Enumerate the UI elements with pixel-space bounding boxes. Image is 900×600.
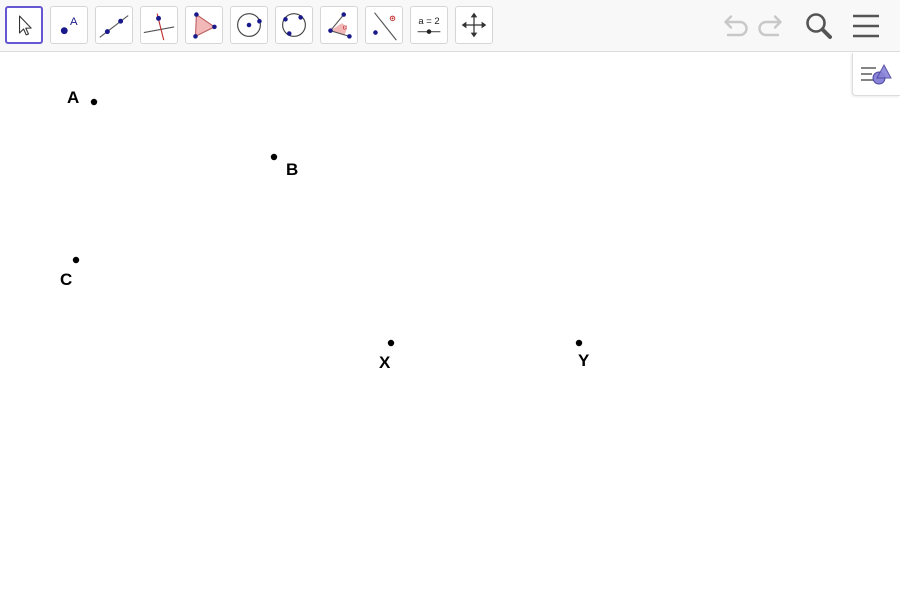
circle-center-point-icon bbox=[237, 13, 262, 37]
point-a-label[interactable]: A bbox=[67, 88, 79, 107]
point-c-label[interactable]: C bbox=[60, 270, 72, 289]
circle-three-points-tool[interactable] bbox=[275, 6, 313, 44]
point-x[interactable]: X bbox=[379, 339, 395, 372]
angle-icon: α bbox=[328, 12, 352, 39]
reflect-about-line-icon bbox=[373, 12, 397, 41]
point-x-label[interactable]: X bbox=[379, 353, 391, 372]
undo-button[interactable] bbox=[716, 8, 752, 44]
move-graphics-view-icon bbox=[461, 12, 487, 38]
slider-icon: a = 2 bbox=[417, 16, 441, 34]
perpendicular-line-tool[interactable] bbox=[140, 6, 178, 44]
point-c[interactable]: C bbox=[60, 256, 80, 289]
search-icon bbox=[806, 13, 832, 39]
redo-button[interactable] bbox=[754, 8, 790, 44]
main-menu-button[interactable] bbox=[848, 8, 884, 44]
toolbar: A α a = 2 bbox=[0, 0, 900, 52]
point-icon-letter: A bbox=[70, 16, 78, 28]
style-bar-toggle-button[interactable] bbox=[852, 53, 900, 96]
perpendicular-line-icon bbox=[143, 13, 175, 41]
polygon-tool[interactable] bbox=[185, 6, 223, 44]
point-tool[interactable]: A bbox=[50, 6, 88, 44]
undo-icon bbox=[724, 15, 748, 37]
point-b[interactable]: B bbox=[270, 153, 298, 179]
angle-icon-letter: α bbox=[343, 23, 348, 32]
move-graphics-view-tool[interactable] bbox=[455, 6, 493, 44]
line-tool[interactable] bbox=[95, 6, 133, 44]
slider-icon-text: a = 2 bbox=[418, 16, 439, 27]
slider-tool[interactable]: a = 2 bbox=[410, 6, 448, 44]
style-bar-icon bbox=[861, 63, 892, 85]
geogebra-app: A α a = 2 A B C X Y bbox=[0, 0, 900, 600]
point-y-label[interactable]: Y bbox=[578, 351, 590, 370]
circle-three-points-icon bbox=[282, 13, 306, 37]
redo-icon bbox=[758, 15, 782, 37]
reflect-about-line-tool[interactable] bbox=[365, 6, 403, 44]
graphics-view[interactable]: A B C X Y bbox=[0, 53, 900, 600]
point-a[interactable]: A bbox=[67, 88, 98, 107]
move-tool[interactable] bbox=[5, 6, 43, 44]
line-through-two-points-icon bbox=[99, 15, 129, 38]
menu-icon bbox=[853, 14, 879, 38]
cursor-arrow-icon bbox=[18, 15, 32, 36]
point-icon: A bbox=[60, 16, 78, 35]
circle-center-point-tool[interactable] bbox=[230, 6, 268, 44]
point-b-label[interactable]: B bbox=[286, 160, 298, 179]
search-button[interactable] bbox=[801, 8, 837, 44]
point-y[interactable]: Y bbox=[575, 339, 590, 370]
angle-tool[interactable]: α bbox=[320, 6, 358, 44]
polygon-icon bbox=[193, 12, 217, 39]
